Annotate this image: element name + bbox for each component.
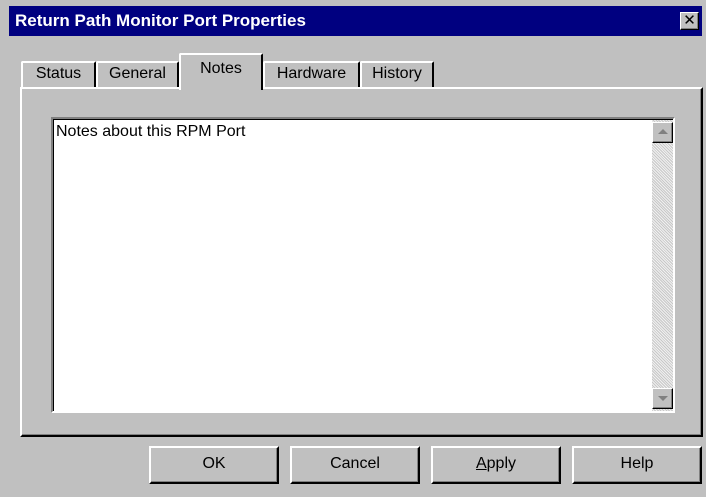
help-button[interactable]: Help — [572, 446, 702, 484]
properties-dialog: Return Path Monitor Port Properties ✕ St… — [0, 0, 706, 497]
title-bar[interactable]: Return Path Monitor Port Properties ✕ — [9, 6, 702, 36]
notes-text[interactable]: Notes about this RPM Port — [56, 122, 245, 142]
apply-label-rest: pply — [486, 455, 517, 472]
tab-status-label: Status — [35, 65, 82, 82]
scroll-up-arrow-icon — [658, 129, 668, 134]
ok-button[interactable]: OK — [149, 446, 279, 484]
close-button[interactable]: ✕ — [680, 12, 699, 30]
apply-button[interactable]: Apply — [431, 446, 561, 484]
cancel-button[interactable]: Cancel — [290, 446, 420, 484]
help-button-label: Help — [620, 455, 654, 472]
tab-history-label: History — [372, 65, 422, 82]
close-icon: ✕ — [683, 12, 696, 29]
notes-textarea[interactable]: Notes about this RPM Port — [51, 117, 675, 413]
apply-mnemonic: A — [475, 455, 487, 472]
tab-hardware[interactable]: Hardware — [263, 61, 360, 88]
tab-hardware-label: Hardware — [276, 65, 347, 82]
window-title: Return Path Monitor Port Properties — [15, 11, 306, 30]
apply-button-label: Apply — [476, 455, 516, 472]
ok-button-label: OK — [202, 455, 226, 472]
scroll-down-arrow-icon — [658, 396, 668, 401]
scroll-down-button[interactable] — [652, 388, 673, 409]
tab-status[interactable]: Status — [21, 61, 96, 88]
scroll-up-button[interactable] — [652, 122, 673, 143]
cancel-button-label: Cancel — [330, 455, 380, 472]
vertical-scrollbar[interactable] — [652, 120, 673, 411]
tab-notes[interactable]: Notes — [179, 53, 263, 90]
tab-history[interactable]: History — [360, 61, 434, 88]
notes-tab-panel: Notes about this RPM Port — [20, 87, 703, 437]
tab-general[interactable]: General — [96, 61, 179, 88]
tab-notes-label: Notes — [200, 60, 242, 77]
tab-general-label: General — [109, 65, 166, 82]
